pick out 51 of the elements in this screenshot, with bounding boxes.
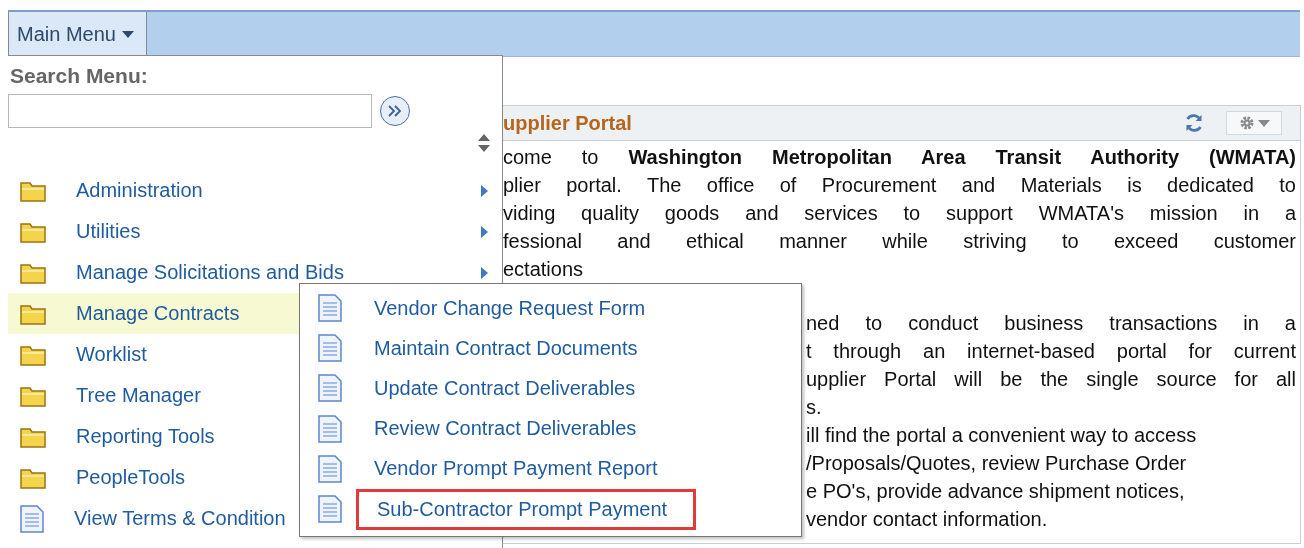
submenu-item[interactable]: Maintain Contract Documents bbox=[374, 336, 638, 360]
text-line: ectations bbox=[503, 257, 585, 282]
document-icon bbox=[318, 454, 342, 483]
pagelet-title: upplier Portal bbox=[503, 111, 633, 135]
double-chevron-icon bbox=[388, 105, 402, 117]
document-icon bbox=[318, 374, 342, 403]
submenu-item[interactable]: Sub-Contractor Prompt Payment bbox=[356, 488, 697, 530]
folder-icon bbox=[20, 343, 46, 366]
document-icon bbox=[318, 414, 342, 443]
search-field[interactable] bbox=[8, 94, 372, 128]
menu-item[interactable]: Manage Solicitations and Bids bbox=[8, 252, 502, 293]
settings-button[interactable] bbox=[1226, 111, 1282, 135]
submenu-arrow-icon bbox=[481, 266, 488, 279]
folder-icon bbox=[20, 466, 46, 489]
submenu-arrow-icon bbox=[481, 225, 488, 238]
text-line: viding quality goods and services to support WMATA's mission in a bbox=[503, 201, 1296, 226]
document-icon bbox=[318, 294, 342, 323]
caret-icon bbox=[1257, 119, 1270, 127]
folder-icon bbox=[20, 179, 46, 202]
gear-icon bbox=[1238, 115, 1255, 131]
text-line: vendor contact information. bbox=[806, 507, 1049, 532]
main-menu-button[interactable]: Main Menu bbox=[8, 12, 147, 56]
submenu-item[interactable]: Review Contract Deliverables bbox=[374, 417, 637, 441]
text-line: ill find the portal a convenient way to access bbox=[806, 423, 1198, 448]
folder-icon bbox=[20, 261, 46, 284]
folder-icon bbox=[20, 384, 46, 407]
folder-icon bbox=[20, 302, 46, 325]
document-icon bbox=[318, 334, 342, 363]
text-line: fessional and ethical manner while striving to exceed customer bbox=[503, 229, 1296, 254]
search-go-button[interactable] bbox=[380, 96, 410, 126]
folder-icon bbox=[20, 220, 46, 243]
refresh-icon[interactable] bbox=[1184, 113, 1204, 133]
text-line: upplier Portal will be the single source for all bbox=[806, 367, 1296, 392]
submenu-item[interactable]: Update Contract Deliverables bbox=[374, 376, 636, 400]
text-line: ned to conduct business transactions in a bbox=[806, 311, 1296, 336]
text-line: t through an internet-based portal for current bbox=[806, 339, 1296, 364]
text-line: come to Washington Metropolitan Area Transit Authority (WMATA) bbox=[503, 145, 1296, 170]
submenu-arrow-icon bbox=[481, 184, 488, 197]
document-icon bbox=[318, 495, 342, 524]
text-line: s. bbox=[806, 395, 823, 420]
caret-icon bbox=[121, 30, 134, 38]
sort-icon[interactable] bbox=[478, 134, 490, 152]
text-line: /Proposals/Quotes, review Purchase Order bbox=[806, 451, 1188, 476]
search-menu-label: Search Menu: bbox=[9, 63, 149, 88]
menu-item[interactable]: Administration bbox=[8, 170, 502, 211]
folder-icon bbox=[20, 425, 46, 448]
menu-item[interactable]: Utilities bbox=[8, 211, 502, 252]
text-line: plier portal. The office of Procurement and Materials is dedicated to bbox=[503, 173, 1296, 198]
submenu-item[interactable]: Vendor Prompt Payment Report bbox=[374, 457, 658, 481]
text-line: e PO's, provide advance shipment notices, bbox=[806, 479, 1186, 504]
document-icon bbox=[20, 504, 44, 533]
